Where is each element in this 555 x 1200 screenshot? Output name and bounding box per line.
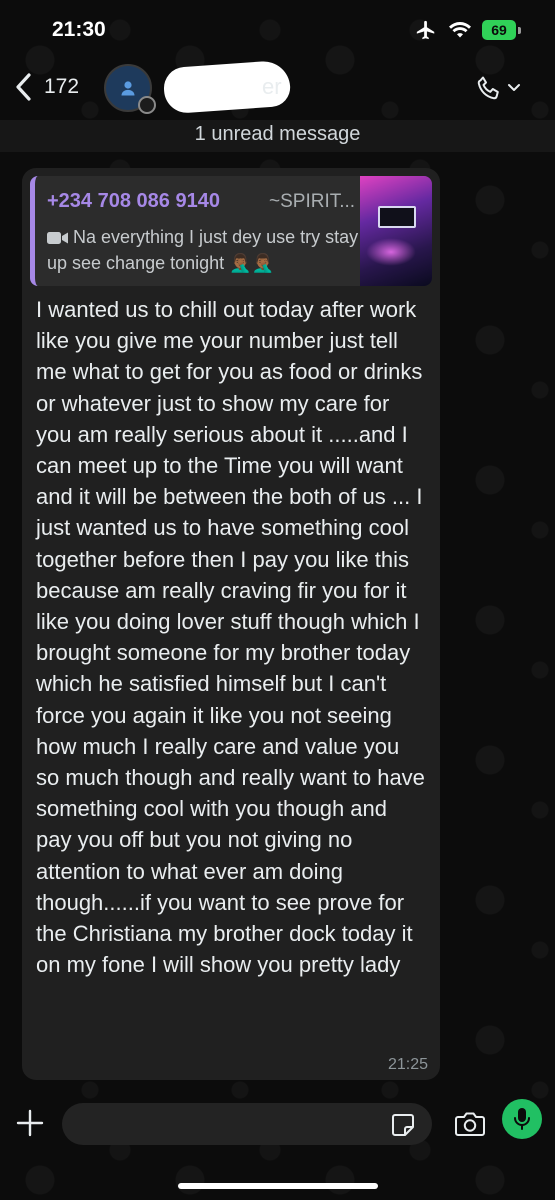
voice-record-button[interactable] [502,1099,542,1139]
phone-icon [477,76,499,100]
status-ring-badge [138,96,156,114]
status-bar: 21:30 69 [0,0,555,60]
sticker-icon[interactable] [390,1112,416,1138]
thumbnail-device [378,206,416,228]
quoted-message[interactable]: +234 708 086 9140 ~SPIRIT... Na everythi… [30,176,432,286]
message-bubble[interactable]: +234 708 086 9140 ~SPIRIT... Na everythi… [22,168,440,1080]
message-input[interactable] [62,1103,432,1145]
quoted-author-number: +234 708 086 9140 [47,190,220,212]
battery-tip [518,26,521,34]
battery-charging-icon: 69 [482,20,521,40]
microphone-icon [514,1108,530,1130]
video-icon [47,232,68,244]
quoted-video-thumbnail [360,176,432,286]
status-time: 21:30 [52,18,106,41]
home-indicator[interactable] [178,1183,378,1189]
unread-chats-count: 172 [44,75,80,98]
wifi-icon [449,22,471,38]
voice-call-button[interactable] [475,74,521,102]
camera-icon[interactable] [454,1110,486,1138]
contact-name[interactable]: er [262,74,282,100]
composer-bar [0,1095,555,1155]
chat-header: 172 er [0,59,555,120]
chevron-left-icon [16,73,31,101]
status-icons: 69 [414,19,521,41]
thumbnail-glow [366,238,416,266]
chat-screen: 21:30 69 172 er 1 unread message +234 70… [0,0,555,1200]
plus-icon[interactable] [14,1107,46,1139]
airplane-icon [416,20,435,40]
unread-messages-banner: 1 unread message [0,120,555,152]
quoted-text-wrapper: Na everything I just dey use try stay up… [47,224,367,276]
quoted-author-name: ~SPIRIT... [269,191,356,212]
avatar[interactable] [104,64,156,114]
avatar-icon [121,81,135,96]
message-text: I wanted us to chill out today after wor… [36,297,425,978]
chevron-down-icon [508,84,520,91]
message-timestamp: 21:25 [387,1056,428,1073]
back-button[interactable]: 172 [14,72,79,102]
quoted-text: Na everything I just dey use try stay up… [47,227,359,273]
battery-level: 69 [482,20,516,40]
